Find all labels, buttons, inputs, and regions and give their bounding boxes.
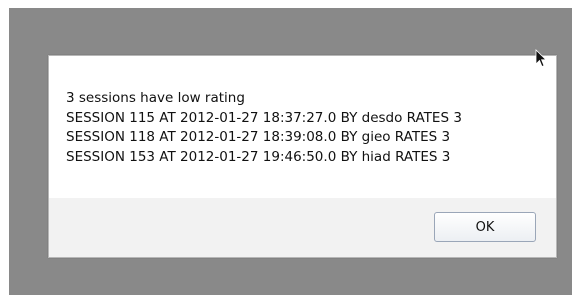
message-text: 3 sessions have low rating SESSION 115 A…	[66, 89, 462, 167]
button-bar: OK	[49, 198, 556, 257]
message-line-summary: 3 sessions have low rating	[66, 90, 245, 106]
message-dialog: 3 sessions have low rating SESSION 115 A…	[48, 55, 557, 258]
arrow-pointer-icon	[535, 49, 547, 68]
message-line-session-115: SESSION 115 AT 2012-01-27 18:37:27.0 BY …	[66, 109, 462, 126]
ok-button[interactable]: OK	[434, 212, 536, 242]
message-line-session-153: SESSION 153 AT 2012-01-27 19:46:50.0 BY …	[66, 148, 451, 165]
message-area: 3 sessions have low rating SESSION 115 A…	[49, 56, 556, 198]
message-line-session-118: SESSION 118 AT 2012-01-27 18:39:08.0 BY …	[66, 129, 451, 145]
